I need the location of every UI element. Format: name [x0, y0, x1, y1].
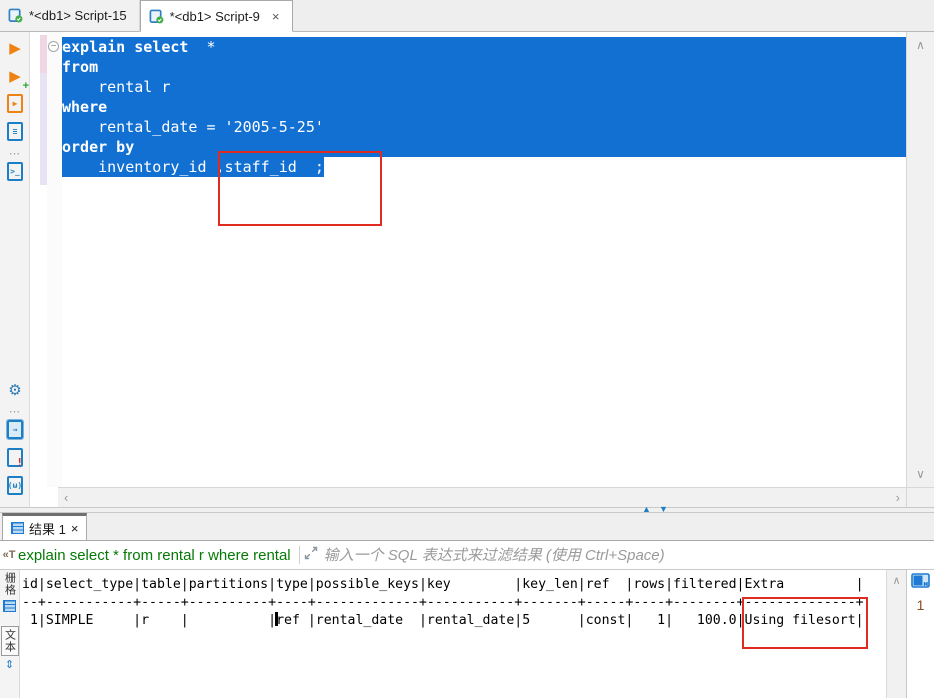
- execute-statement-new-tab-icon[interactable]: ▶ +: [3, 64, 29, 92]
- change-annotation-strip: [40, 35, 47, 73]
- results-tab-label: 结果 1: [29, 521, 66, 537]
- view-tab-grid[interactable]: 栅格: [2, 572, 18, 596]
- results-tab-bar: 结果 1 ×: [0, 513, 934, 541]
- filter-input[interactable]: [323, 541, 934, 569]
- panels-icon[interactable]: [911, 573, 930, 593]
- selected-text: from: [62, 57, 99, 77]
- results-filter-bar: «T explain select * from rental r where …: [0, 541, 934, 570]
- scroll-right-icon[interactable]: ›: [896, 490, 900, 505]
- close-icon[interactable]: ×: [71, 521, 79, 536]
- scroll-left-icon[interactable]: ‹: [64, 490, 68, 505]
- toolbar-overflow-icon[interactable]: ⋯: [3, 406, 27, 418]
- badge-icon: +: [22, 80, 29, 92]
- tab-label: *<db1> Script-9: [169, 8, 260, 24]
- editor-tab-script-15[interactable]: *<db1> Script-15: [0, 0, 140, 31]
- code-line[interactable]: from: [62, 57, 906, 77]
- variables-panel-icon[interactable]: (ω): [7, 476, 23, 495]
- close-icon[interactable]: ×: [272, 9, 280, 24]
- selected-text: rental r: [62, 77, 171, 97]
- annotation-rectangle-editor: [218, 151, 382, 226]
- selected-text: rental_date = '2005-5-25': [62, 117, 324, 137]
- sql-editor[interactable]: − explain select * from rental r where ren…: [30, 32, 906, 487]
- query-text-icon: «T: [2, 549, 16, 561]
- toolbar-bottom-group: ⚙ ⋯ →! (ω): [0, 378, 30, 502]
- scroll-down-icon[interactable]: ∨: [907, 467, 934, 481]
- sql-script-icon: [8, 8, 23, 23]
- output-panel-icon[interactable]: →: [6, 419, 24, 440]
- result-text-line: id|select_type|table|partitions|type|pos…: [22, 577, 864, 592]
- editor-tab-script-9[interactable]: *<db1> Script-9 ×: [139, 0, 293, 32]
- row-count-indicator: 1: [916, 597, 925, 613]
- code-line[interactable]: inventory_id ,staff_id ;: [62, 157, 906, 177]
- grid-icon: [11, 522, 24, 534]
- expand-filter-icon[interactable]: [304, 546, 318, 565]
- scroll-up-icon[interactable]: ∧: [887, 574, 906, 587]
- code-line[interactable]: explain select *: [62, 37, 906, 57]
- results-right-strip: 1: [906, 570, 934, 698]
- toolbar-top-group: ▶ ▶ + ▶ ≡ ⋯ >_: [0, 36, 30, 188]
- scroll-up-icon[interactable]: ∧: [907, 38, 934, 52]
- problems-panel-icon[interactable]: !: [7, 448, 23, 469]
- code-line[interactable]: where: [62, 97, 906, 117]
- toolbar-overflow-icon[interactable]: ⋯: [3, 148, 27, 160]
- settings-gear-icon[interactable]: ⚙: [3, 378, 27, 402]
- fold-collapse-icon[interactable]: −: [48, 41, 59, 52]
- editor-gutter: −: [47, 32, 62, 487]
- editor-horizontal-scrollbar[interactable]: ‹ ›: [58, 487, 906, 507]
- execute-script-icon[interactable]: ▶: [7, 94, 23, 113]
- result-view-switcher: 栅格 文本 ⇕: [0, 570, 20, 698]
- editor-vertical-scrollbar[interactable]: ∧ ∨: [906, 32, 934, 487]
- code-line[interactable]: order by: [62, 137, 906, 157]
- change-annotation-strip: [40, 73, 47, 185]
- results-vertical-scrollbar[interactable]: ∧: [886, 570, 906, 698]
- sql-script-icon: [149, 9, 164, 24]
- code-line[interactable]: rental r: [62, 77, 906, 97]
- explain-execution-plan-icon[interactable]: ≡: [7, 122, 23, 141]
- execute-statement-icon[interactable]: ▶: [3, 36, 27, 60]
- editor-tab-bar: *<db1> Script-15 *<db1> Script-9 ×: [0, 0, 934, 32]
- result-text-line: --+-----------+-----+----------+----+---…: [22, 595, 864, 610]
- selected-text: order by: [62, 137, 135, 157]
- panels-toggle-icon[interactable]: ⇕: [5, 658, 14, 671]
- tab-label: *<db1> Script-15: [29, 8, 127, 23]
- selected-text: where: [62, 97, 108, 117]
- executed-query-text: explain select * from rental r where ren…: [18, 546, 291, 564]
- selected-text: explain select *: [62, 37, 216, 57]
- badge-icon: !: [16, 456, 23, 469]
- code-line[interactable]: rental_date = '2005-5-25': [62, 117, 906, 137]
- code-area[interactable]: explain select * from rental r where renta…: [62, 37, 906, 177]
- scrollbar-corner: [906, 487, 934, 507]
- text-caret: [274, 612, 278, 626]
- editor-left-toolbar: ▶ ▶ + ▶ ≡ ⋯ >_ ⚙ ⋯ →! (ω): [0, 32, 30, 507]
- results-tab[interactable]: 结果 1 ×: [2, 513, 88, 541]
- explain-text-output[interactable]: id|select_type|table|partitions|type|pos…: [22, 576, 864, 630]
- divider: [298, 546, 300, 564]
- sql-console-icon[interactable]: >_: [7, 162, 23, 181]
- annotation-rectangle-result: [742, 597, 868, 649]
- result-text-line: 1|SIMPLE |r | |ref |rental_date |rental_…: [22, 612, 864, 628]
- grid-view-icon[interactable]: [3, 600, 16, 612]
- view-tab-text[interactable]: 文本: [0, 626, 19, 656]
